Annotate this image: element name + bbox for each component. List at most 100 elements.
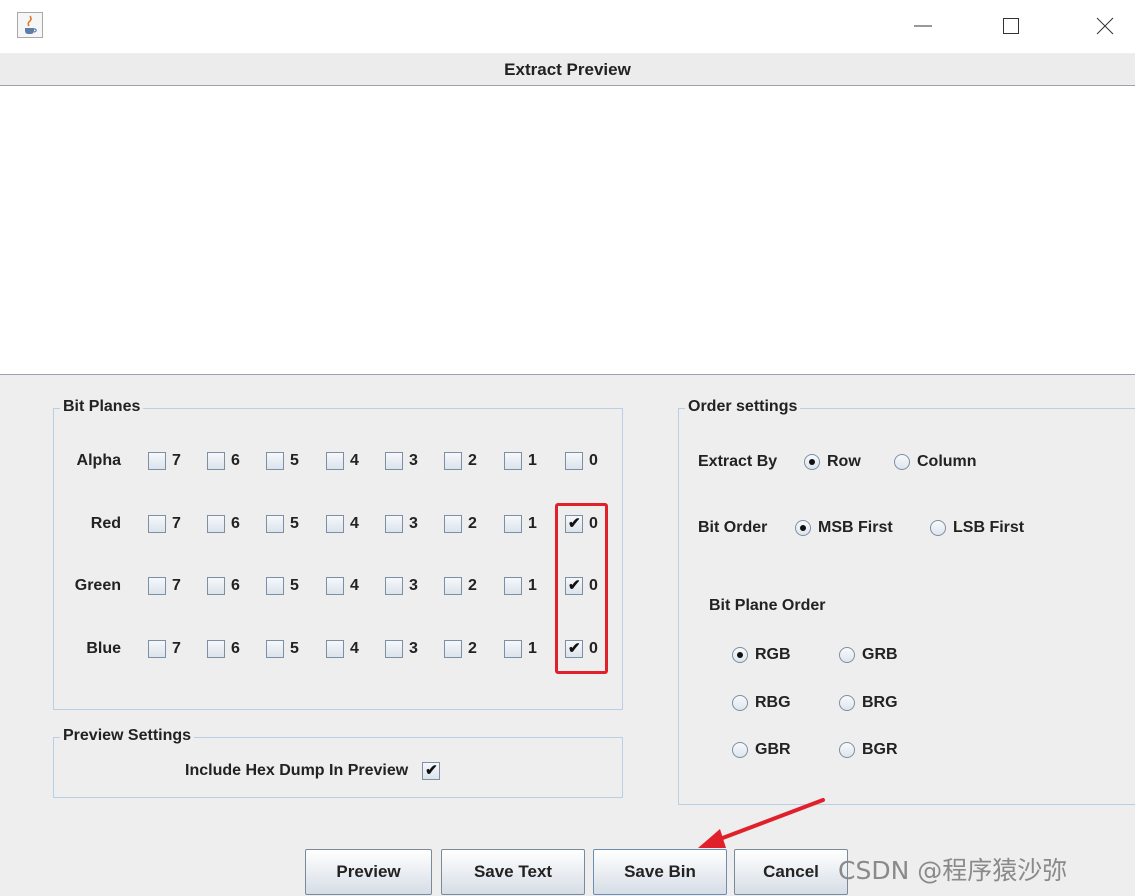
- checkbox-label-alpha-5: 5: [290, 452, 299, 469]
- checkbox-label-green-3: 3: [409, 577, 418, 594]
- save-bin-button[interactable]: Save Bin: [593, 849, 727, 895]
- checkbox-green-bit-5[interactable]: 5: [266, 577, 299, 595]
- checkbox-label-alpha-6: 6: [231, 452, 240, 469]
- plane-order-rbg-indicator[interactable]: [732, 695, 748, 711]
- plane-order-rgb-indicator[interactable]: [732, 647, 748, 663]
- extract-by-row-indicator[interactable]: [804, 454, 820, 470]
- checkbox-blue-bit-7[interactable]: 7: [148, 640, 181, 658]
- checkbox-green-bit-6[interactable]: 6: [207, 577, 240, 595]
- hex-dump-checkbox[interactable]: Include Hex Dump In Preview: [185, 761, 441, 780]
- checkbox-alpha-bit-6[interactable]: 6: [207, 452, 240, 470]
- minimize-button[interactable]: [900, 6, 946, 46]
- checkbox-box-red-2[interactable]: [444, 515, 462, 533]
- bit-order-lsb-indicator[interactable]: [930, 520, 946, 536]
- checkbox-box-green-6[interactable]: [207, 577, 225, 595]
- checkbox-green-bit-7[interactable]: 7: [148, 577, 181, 595]
- checkbox-alpha-bit-0[interactable]: 0: [565, 452, 598, 470]
- checkbox-box-green-4[interactable]: [326, 577, 344, 595]
- checkbox-red-bit-2[interactable]: 2: [444, 515, 477, 533]
- java-coffee-icon: [17, 12, 43, 38]
- maximize-button[interactable]: [988, 6, 1034, 46]
- cancel-button[interactable]: Cancel: [734, 849, 848, 895]
- extract-by-column-indicator[interactable]: [894, 454, 910, 470]
- bit-order-label: Bit Order: [698, 519, 768, 536]
- save-text-button[interactable]: Save Text: [441, 849, 585, 895]
- checkbox-blue-bit-1[interactable]: 1: [504, 640, 537, 658]
- plane-order-brg-indicator[interactable]: [839, 695, 855, 711]
- checkbox-blue-bit-5[interactable]: 5: [266, 640, 299, 658]
- extract-by-row-radio[interactable]: Row: [804, 453, 861, 471]
- checkbox-box-green-2[interactable]: [444, 577, 462, 595]
- checkbox-box-red-4[interactable]: [326, 515, 344, 533]
- checkbox-box-blue-3[interactable]: [385, 640, 403, 658]
- checkbox-red-bit-3[interactable]: 3: [385, 515, 418, 533]
- checkbox-alpha-bit-5[interactable]: 5: [266, 452, 299, 470]
- checkbox-alpha-bit-2[interactable]: 2: [444, 452, 477, 470]
- checkbox-box-red-1[interactable]: [504, 515, 522, 533]
- checkbox-box-alpha-4[interactable]: [326, 452, 344, 470]
- checkbox-box-red-3[interactable]: [385, 515, 403, 533]
- checkbox-green-bit-3[interactable]: 3: [385, 577, 418, 595]
- checkbox-box-alpha-3[interactable]: [385, 452, 403, 470]
- plane-order-bgr-radio[interactable]: BGR: [839, 741, 898, 759]
- checkbox-label-blue-6: 6: [231, 640, 240, 657]
- checkbox-box-red-5[interactable]: [266, 515, 284, 533]
- checkbox-box-alpha-2[interactable]: [444, 452, 462, 470]
- checkbox-box-blue-5[interactable]: [266, 640, 284, 658]
- checkbox-red-bit-7[interactable]: 7: [148, 515, 181, 533]
- extract-by-column-radio[interactable]: Column: [894, 453, 977, 471]
- checkbox-label-green-1: 1: [528, 577, 537, 594]
- plane-order-bgr-indicator[interactable]: [839, 742, 855, 758]
- checkbox-red-bit-5[interactable]: 5: [266, 515, 299, 533]
- checkbox-box-blue-7[interactable]: [148, 640, 166, 658]
- checkbox-box-blue-6[interactable]: [207, 640, 225, 658]
- plane-order-grb-indicator[interactable]: [839, 647, 855, 663]
- checkbox-box-blue-1[interactable]: [504, 640, 522, 658]
- bit-order-msb-indicator[interactable]: [795, 520, 811, 536]
- checkbox-blue-bit-3[interactable]: 3: [385, 640, 418, 658]
- checkbox-box-alpha-1[interactable]: [504, 452, 522, 470]
- checkbox-box-blue-4[interactable]: [326, 640, 344, 658]
- preview-button[interactable]: Preview: [305, 849, 432, 895]
- plane-order-rbg-radio[interactable]: RBG: [732, 694, 791, 712]
- checkbox-box-alpha-0[interactable]: [565, 452, 583, 470]
- checkbox-box-red-7[interactable]: [148, 515, 166, 533]
- checkbox-alpha-bit-7[interactable]: 7: [148, 452, 181, 470]
- checkbox-alpha-bit-3[interactable]: 3: [385, 452, 418, 470]
- hex-dump-box[interactable]: [422, 761, 441, 780]
- checkbox-label-alpha-2: 2: [468, 452, 477, 469]
- plane-order-rgb-radio[interactable]: RGB: [732, 646, 791, 664]
- checkbox-label-blue-7: 7: [172, 640, 181, 657]
- checkbox-box-alpha-5[interactable]: [266, 452, 284, 470]
- close-button[interactable]: [1082, 6, 1128, 46]
- checkbox-blue-bit-2[interactable]: 2: [444, 640, 477, 658]
- checkbox-box-alpha-7[interactable]: [148, 452, 166, 470]
- checkbox-green-bit-2[interactable]: 2: [444, 577, 477, 595]
- checkbox-red-bit-4[interactable]: 4: [326, 515, 359, 533]
- plane-order-gbr-radio[interactable]: GBR: [732, 741, 791, 759]
- checkbox-label-blue-2: 2: [468, 640, 477, 657]
- checkbox-green-bit-1[interactable]: 1: [504, 577, 537, 595]
- plane-order-brg-radio[interactable]: BRG: [839, 694, 898, 712]
- checkbox-box-alpha-6[interactable]: [207, 452, 225, 470]
- checkbox-alpha-bit-4[interactable]: 4: [326, 452, 359, 470]
- checkbox-label-green-2: 2: [468, 577, 477, 594]
- plane-order-grb-radio[interactable]: GRB: [839, 646, 898, 664]
- checkbox-box-green-7[interactable]: [148, 577, 166, 595]
- checkbox-blue-bit-4[interactable]: 4: [326, 640, 359, 658]
- maximize-icon: [1003, 18, 1019, 34]
- checkbox-box-blue-2[interactable]: [444, 640, 462, 658]
- checkbox-red-bit-6[interactable]: 6: [207, 515, 240, 533]
- checkbox-alpha-bit-1[interactable]: 1: [504, 452, 537, 470]
- checkbox-box-green-1[interactable]: [504, 577, 522, 595]
- plane-order-gbr-indicator[interactable]: [732, 742, 748, 758]
- checkbox-box-red-6[interactable]: [207, 515, 225, 533]
- checkbox-blue-bit-6[interactable]: 6: [207, 640, 240, 658]
- preview-text-area[interactable]: [0, 86, 1135, 375]
- checkbox-box-green-5[interactable]: [266, 577, 284, 595]
- checkbox-green-bit-4[interactable]: 4: [326, 577, 359, 595]
- bit-order-msb-radio[interactable]: MSB First: [795, 519, 893, 537]
- checkbox-red-bit-1[interactable]: 1: [504, 515, 537, 533]
- bit-order-lsb-radio[interactable]: LSB First: [930, 519, 1024, 537]
- checkbox-box-green-3[interactable]: [385, 577, 403, 595]
